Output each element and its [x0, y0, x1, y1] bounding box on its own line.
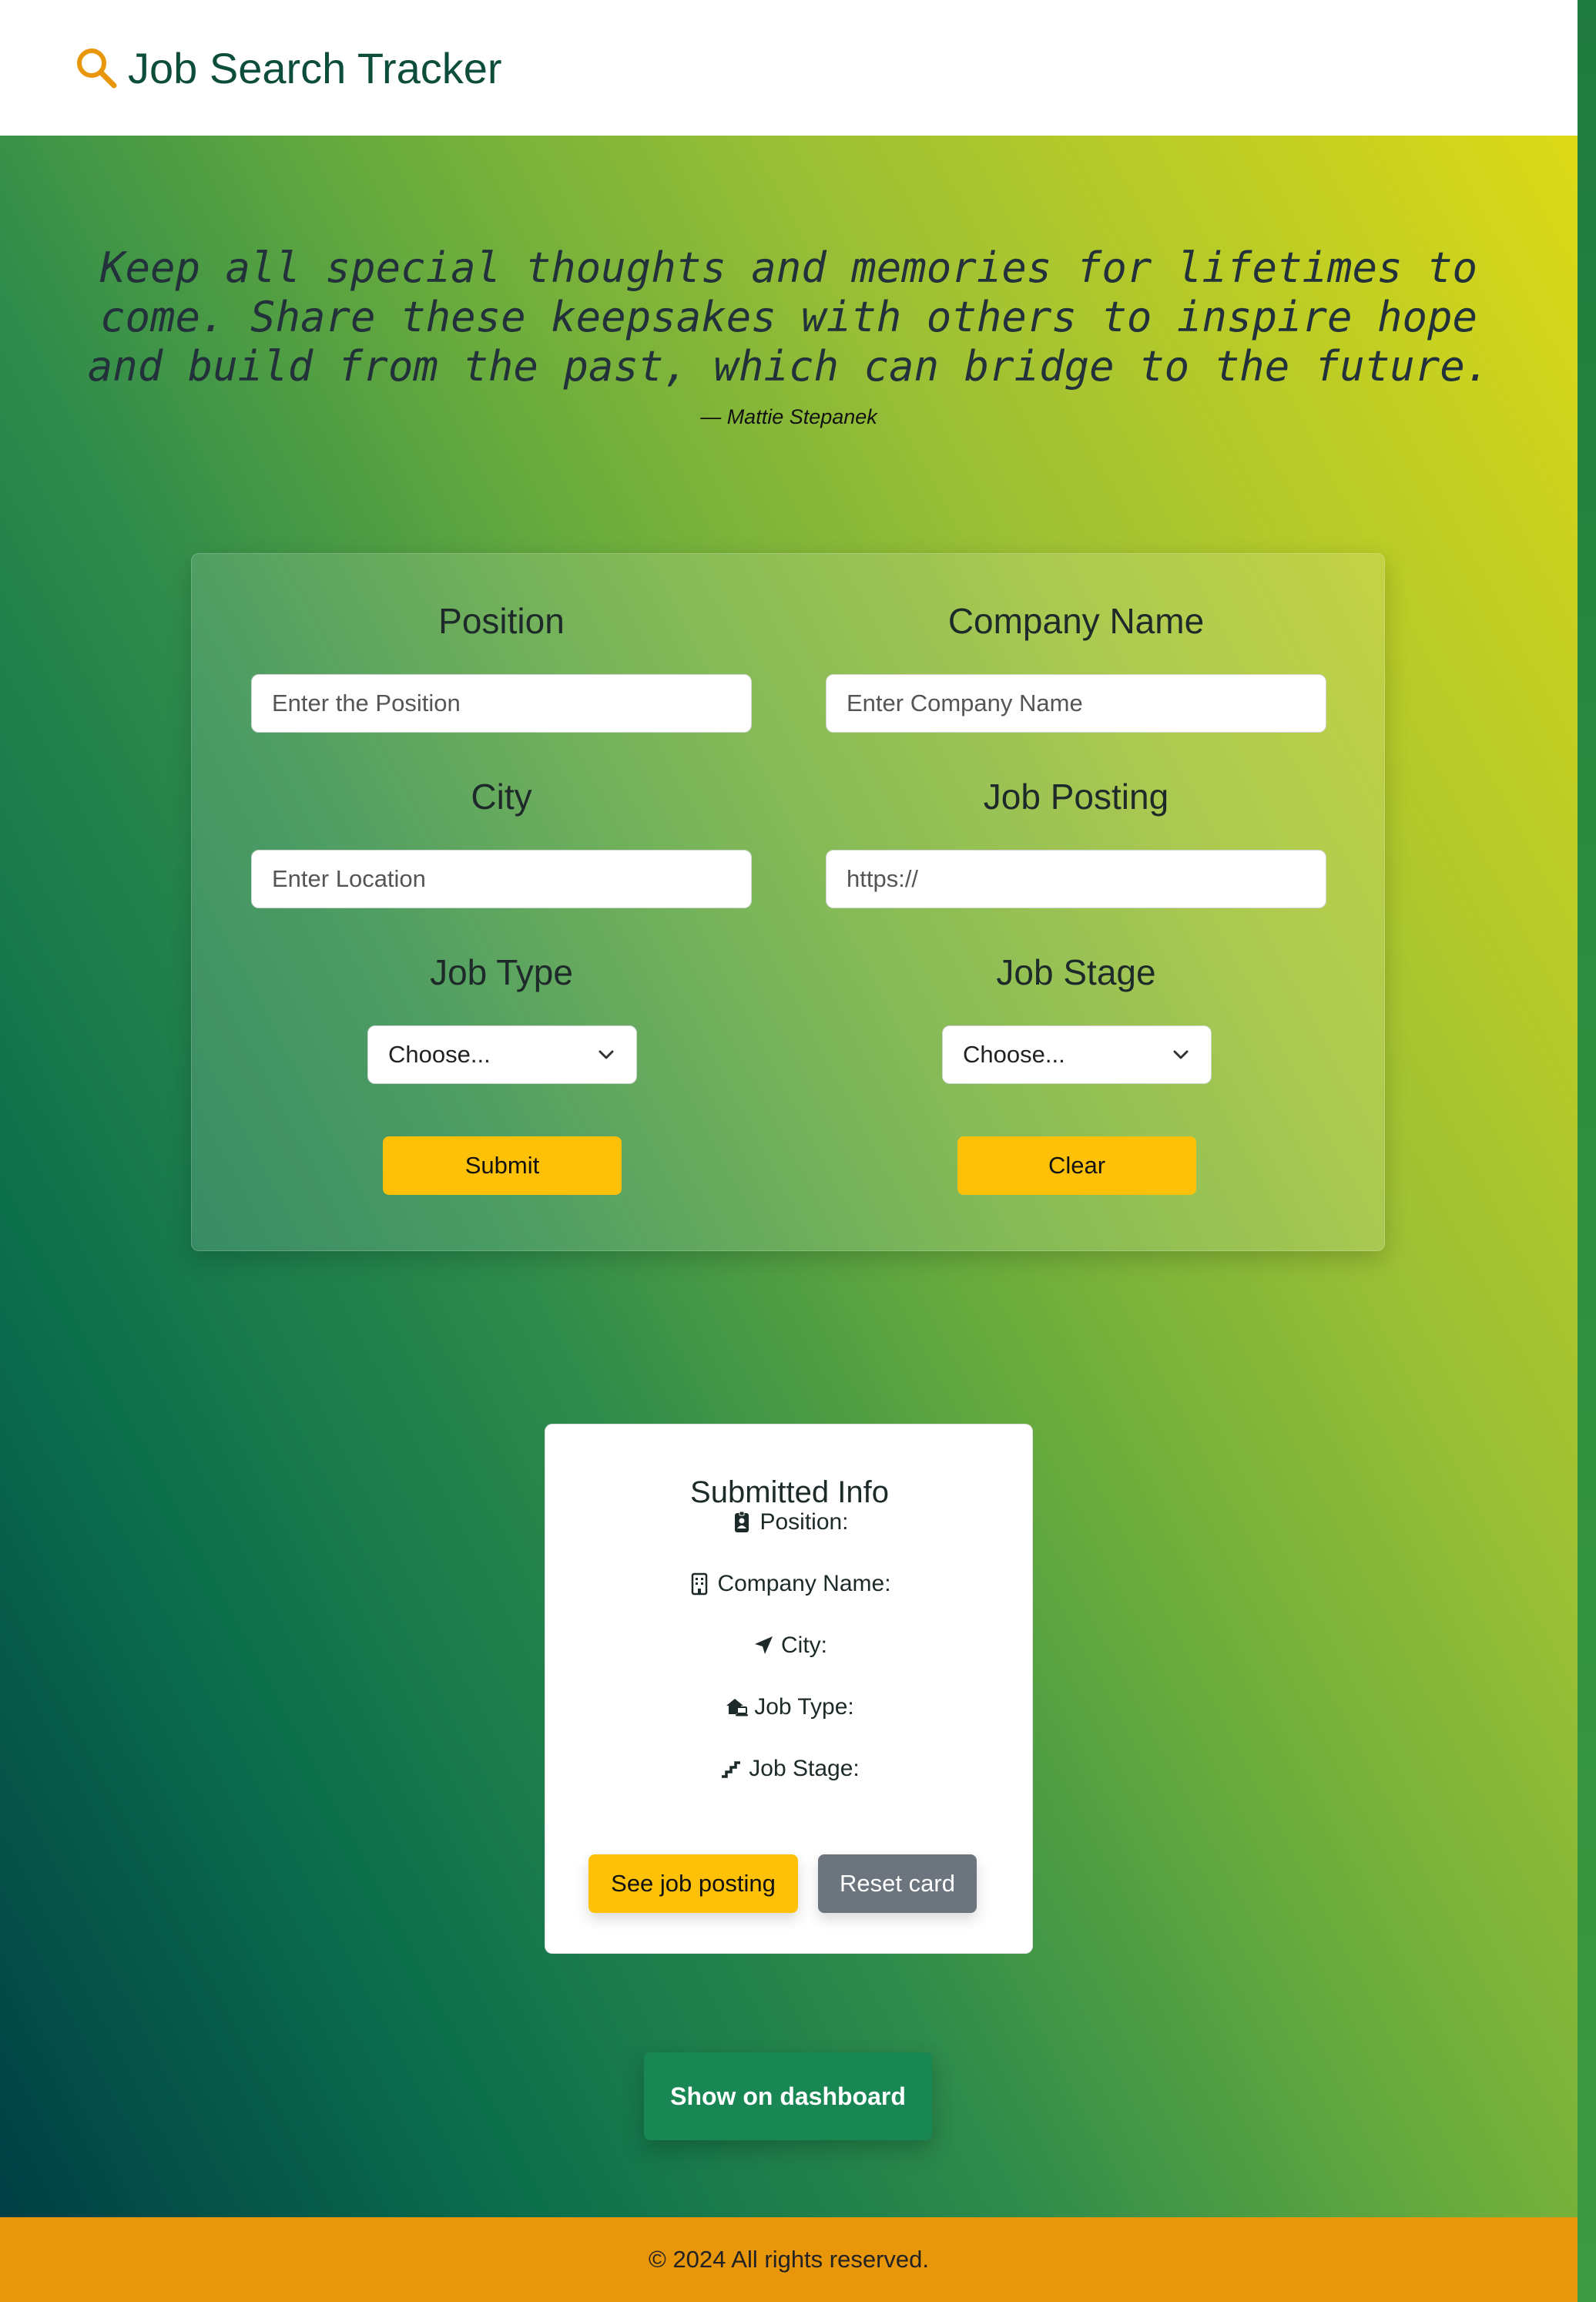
- info-row-job-type: Job Type:: [545, 1694, 1034, 1720]
- app-title: Job Search Tracker: [128, 43, 502, 92]
- see-job-posting-button[interactable]: See job posting: [588, 1854, 798, 1913]
- navbar: Job Search Tracker: [0, 0, 1578, 136]
- quote-text: Keep all special thoughts and memories f…: [87, 243, 1490, 391]
- info-job-stage-label: Job Stage:: [749, 1756, 860, 1781]
- reset-card-button[interactable]: Reset card: [818, 1854, 977, 1913]
- city-label: City: [471, 777, 532, 817]
- company-label: Company Name: [947, 601, 1205, 641]
- brand[interactable]: Job Search Tracker: [74, 43, 502, 93]
- info-job-type-label: Job Type:: [754, 1694, 854, 1720]
- house-laptop-icon: [726, 1699, 749, 1716]
- job-stage-label: Job Stage: [996, 952, 1156, 992]
- city-input[interactable]: [251, 850, 752, 908]
- info-card-title: Submitted Info: [690, 1475, 889, 1509]
- location-arrow-icon: [755, 1636, 773, 1654]
- position-label: Position: [438, 601, 565, 641]
- show-on-dashboard-button[interactable]: Show on dashboard: [644, 2052, 932, 2140]
- job-posting-input[interactable]: [826, 850, 1326, 908]
- chevron-down-icon: [598, 1050, 614, 1059]
- info-city-label: City:: [781, 1633, 827, 1658]
- main-section: Keep all special thoughts and memories f…: [0, 136, 1578, 2217]
- position-input[interactable]: [251, 674, 752, 733]
- submit-button[interactable]: Submit: [383, 1136, 622, 1195]
- chevron-down-icon: [1173, 1050, 1189, 1059]
- quote-author: — Mattie Stepanek: [700, 405, 877, 428]
- building-icon: [692, 1572, 708, 1596]
- submitted-info-card: Submitted Info Position: Company Name: C…: [545, 1424, 1033, 1954]
- clear-button[interactable]: Clear: [957, 1136, 1196, 1195]
- scrollbar-track[interactable]: [1578, 0, 1596, 2302]
- info-company-label: Company Name:: [717, 1571, 891, 1596]
- job-type-selected: Choose...: [388, 1041, 491, 1068]
- info-row-job-stage: Job Stage:: [545, 1756, 1034, 1782]
- page: Job Search Tracker Keep all special thou…: [0, 0, 1578, 2302]
- info-row-position: Position:: [545, 1509, 1034, 1535]
- job-stage-selected: Choose...: [963, 1041, 1065, 1068]
- info-position-label: Position:: [759, 1509, 849, 1535]
- job-stage-select[interactable]: Choose...: [942, 1025, 1212, 1084]
- footer: © 2024 All rights reserved.: [0, 2217, 1578, 2302]
- job-type-label: Job Type: [430, 952, 573, 992]
- search-icon: [77, 49, 117, 89]
- footer-text: © 2024 All rights reserved.: [648, 2246, 930, 2273]
- job-posting-label: Job Posting: [983, 777, 1169, 817]
- id-badge-icon: [735, 1511, 749, 1532]
- job-type-select[interactable]: Choose...: [367, 1025, 637, 1084]
- info-row-city: City:: [545, 1633, 1034, 1659]
- info-row-company: Company Name:: [545, 1571, 1034, 1597]
- company-input[interactable]: [826, 674, 1326, 733]
- stairs-icon: [722, 1761, 741, 1778]
- job-form: Position Company Name City Job Posting J…: [191, 553, 1385, 1251]
